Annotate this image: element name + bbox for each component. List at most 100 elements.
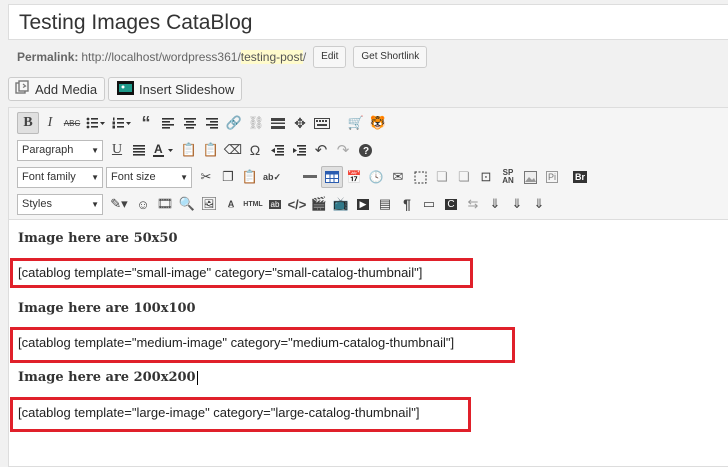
align-right-button[interactable] <box>201 112 223 134</box>
blockquote-button[interactable]: “ <box>135 112 157 134</box>
insert-after-button[interactable]: ⇓ <box>528 193 550 215</box>
code-button[interactable]: </> <box>286 193 308 215</box>
edit-permalink-button[interactable]: Edit <box>313 46 347 68</box>
row-icon: ▤ <box>378 196 392 211</box>
insert-slideshow-button[interactable]: Insert Slideshow <box>108 77 243 101</box>
emoticons-button[interactable]: ☺ <box>132 193 154 215</box>
insert-link-button[interactable]: 🔗 <box>223 112 245 134</box>
align-left-button[interactable] <box>157 112 179 134</box>
insert-image-button[interactable]: 🖼 <box>198 193 220 215</box>
calendar-icon: 📅 <box>346 170 362 184</box>
copyright-button[interactable]: C <box>440 193 462 215</box>
fullscreen-button[interactable]: ✥ <box>289 112 311 134</box>
pi-icon: Pi <box>545 171 558 183</box>
youtube-button[interactable]: 📺 <box>330 193 352 215</box>
undo-button[interactable]: ↶ <box>310 139 332 161</box>
underline-button[interactable]: U <box>106 139 128 161</box>
indent-icon <box>292 144 306 156</box>
special-character-button[interactable]: Ω <box>244 139 266 161</box>
layer-back-button[interactable]: ❏ <box>453 166 475 188</box>
replace-icon: ⇆ <box>467 196 479 211</box>
horizontal-rule-button[interactable] <box>299 166 321 188</box>
styles-select[interactable]: Styles ▼ <box>17 193 103 215</box>
layer-button[interactable]: ❏ <box>431 166 453 188</box>
page-break-button[interactable]: ⇓ <box>484 193 506 215</box>
anchor-button[interactable] <box>409 166 431 188</box>
paste-word-button[interactable]: 📋 <box>200 139 222 161</box>
align-left-icon <box>162 117 174 129</box>
help-button[interactable]: ? <box>354 139 376 161</box>
insert-before-button[interactable]: ⇓ <box>506 193 528 215</box>
abbreviation-button[interactable]: ab <box>264 193 286 215</box>
br-icon: Br <box>572 171 587 183</box>
align-center-button[interactable] <box>179 112 201 134</box>
spellcheck-icon: ab✓ <box>262 171 282 182</box>
clipboard-word-icon: 📋 <box>202 142 220 157</box>
replace-button[interactable]: ⇆ <box>462 193 484 215</box>
catablog-logo-button[interactable]: 🐯 <box>367 112 389 134</box>
show-blocks-button[interactable]: ¶ <box>396 193 418 215</box>
permalink-url[interactable]: http://localhost/wordpress361/testing-po… <box>81 50 306 64</box>
strikethrough-button[interactable]: ABC <box>61 112 83 134</box>
add-media-label: Add Media <box>35 81 98 97</box>
get-shortlink-button[interactable]: Get Shortlink <box>353 46 428 68</box>
preview-button[interactable]: 🔍 <box>176 193 198 215</box>
cut-button[interactable]: ✂ <box>195 166 217 188</box>
svg-text:A: A <box>154 143 163 156</box>
media-embed-button[interactable]: 🎞 <box>154 193 176 215</box>
add-media-button[interactable]: Add Media <box>8 77 106 101</box>
post-title-field[interactable]: Testing Images CataBlog <box>8 4 728 40</box>
font-family-select[interactable]: Font family ▼ <box>17 166 103 188</box>
edit-style-button[interactable]: ✎▾ <box>106 193 132 215</box>
toolbar-toggle-button[interactable] <box>311 112 333 134</box>
pencil-icon: ✎▾ <box>110 196 128 211</box>
paste-text-button[interactable]: 📋 <box>178 139 200 161</box>
italic-button[interactable]: I <box>39 112 61 134</box>
copy-button[interactable]: ❐ <box>217 166 239 188</box>
justify-button[interactable] <box>128 139 150 161</box>
video-button[interactable]: 🎬 <box>308 193 330 215</box>
shopping-cart-icon: 🛒 <box>347 115 365 130</box>
outdent-button[interactable] <box>266 139 288 161</box>
format-select[interactable]: Paragraph ▼ <box>17 139 103 161</box>
dotted-box-icon <box>414 171 426 183</box>
insert-date-button[interactable]: 📅 <box>343 166 365 188</box>
font-size-select[interactable]: Font size ▼ <box>106 166 192 188</box>
table-button[interactable] <box>321 166 343 188</box>
image-button[interactable] <box>519 166 541 188</box>
clear-formatting-button[interactable]: ⌫ <box>222 139 244 161</box>
attributes-button[interactable]: A̲ <box>220 193 242 215</box>
heading-3: Image here are 200x200 <box>18 370 198 385</box>
catablog-cart-button[interactable]: 🛒 <box>345 112 367 134</box>
span-icon: SP AN <box>502 168 514 185</box>
redo-button[interactable]: ↷ <box>332 139 354 161</box>
email-button[interactable]: ✉ <box>387 166 409 188</box>
heading-3-text: Image here are 200x200 <box>18 370 196 385</box>
format-select-value: Paragraph <box>22 144 74 156</box>
nonbreaking-space-button[interactable]: ▭ <box>418 193 440 215</box>
numbered-list-button[interactable] <box>109 112 135 134</box>
insert-more-button[interactable] <box>267 112 289 134</box>
permalink-base: http://localhost/wordpress361/ <box>81 50 241 64</box>
span-button[interactable]: SP AN <box>497 166 519 188</box>
indent-button[interactable] <box>288 139 310 161</box>
text-color-button[interactable]: A <box>150 139 178 161</box>
bullet-list-button[interactable] <box>83 112 109 134</box>
html-button[interactable]: HTML <box>242 193 264 215</box>
paste-button[interactable]: 📋 <box>239 166 261 188</box>
play-button[interactable]: ▶ <box>352 193 374 215</box>
insert-row-button[interactable]: ▤ <box>374 193 396 215</box>
link-icon: 🔗 <box>225 115 243 130</box>
help-icon: ? <box>358 143 372 157</box>
paste-icon: 📋 <box>241 169 259 184</box>
bold-button[interactable]: B <box>17 112 39 134</box>
layer-absolute-button[interactable]: ⊡ <box>475 166 497 188</box>
line-break-button[interactable]: Br <box>569 166 591 188</box>
code-icon: </> <box>287 196 307 212</box>
remove-link-button[interactable]: ⛓ <box>245 112 267 134</box>
spellcheck-button[interactable]: ab✓ <box>261 166 283 188</box>
scissors-icon: ✂ <box>200 169 212 184</box>
page-icon-button[interactable]: Pi <box>541 166 563 188</box>
insert-time-button[interactable]: 🕓 <box>365 166 387 188</box>
play-icon: ▶ <box>356 198 370 210</box>
